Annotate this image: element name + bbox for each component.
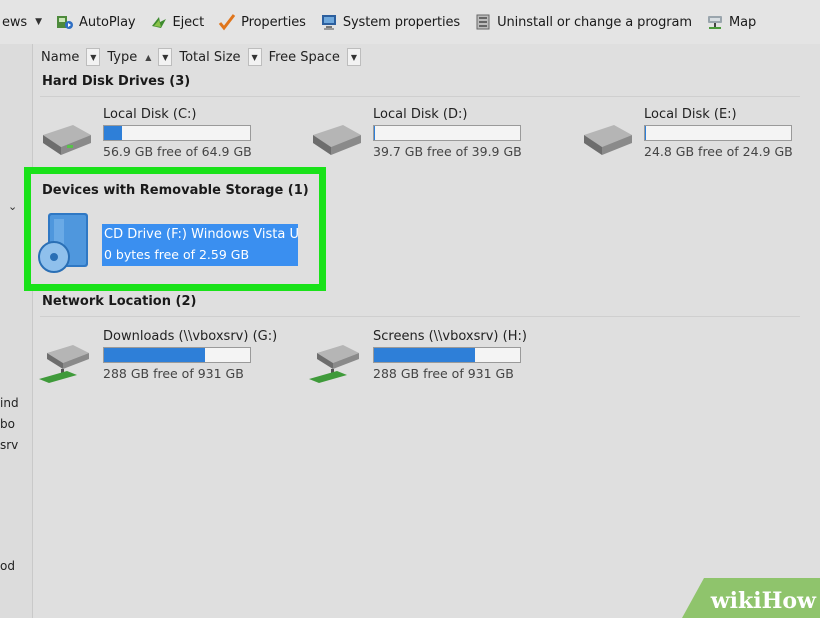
column-type-dropdown[interactable]: ▼ — [158, 48, 173, 66]
drive-usage-bar — [103, 347, 251, 363]
explorer-window: ews ▼ AutoPlay Eject Properties System p… — [0, 0, 820, 618]
column-total-size-dropdown[interactable]: ▼ — [247, 48, 262, 66]
column-name-dropdown[interactable]: ▼ — [86, 48, 101, 66]
computer-icon — [320, 13, 338, 31]
drive-usage-fill — [104, 126, 122, 140]
drive-name: CD Drive (F:) Windows Vista U — [104, 227, 299, 242]
chevron-down-icon: ▼ — [162, 52, 169, 62]
drive-usage-fill — [645, 126, 647, 140]
drive-free-space: 288 GB free of 931 GB — [373, 366, 514, 381]
column-free-space[interactable]: Free Space — [264, 47, 345, 67]
checkmark-icon — [218, 13, 236, 31]
column-name-label: Name — [41, 49, 80, 65]
drive-usage-bar — [373, 125, 521, 141]
cd-drive-icon[interactable] — [36, 211, 96, 275]
drive-name: Downloads (\\vboxsrv) (G:) — [103, 329, 278, 344]
group-divider — [40, 96, 800, 97]
column-name[interactable]: Name — [36, 47, 84, 67]
pane-divider[interactable] — [32, 44, 33, 618]
group-header-network[interactable]: Network Location (2) — [42, 294, 196, 309]
drive-usage-bar — [644, 125, 792, 141]
chevron-down-icon: ▼ — [251, 52, 258, 62]
chevron-down-icon: ▼ — [90, 52, 97, 62]
drive-item-e[interactable]: Local Disk (E:) 24.8 GB free of 24.9 GB — [578, 107, 820, 163]
navigation-pane: ⌄ ind bo srv od — [0, 44, 33, 618]
drive-name: Local Disk (D:) — [373, 107, 468, 122]
drive-usage-fill — [374, 126, 376, 140]
network-drive-icon — [307, 339, 365, 383]
column-total-size[interactable]: Total Size — [174, 47, 245, 67]
drive-name: Local Disk (E:) — [644, 107, 737, 122]
chevron-down-icon[interactable]: ⌄ — [8, 200, 17, 213]
drive-item-h[interactable]: Screens (\\vboxsrv) (H:) 288 GB free of … — [307, 329, 567, 385]
drive-name: Screens (\\vboxsrv) (H:) — [373, 329, 527, 344]
watermark-wiki: wiki — [710, 588, 762, 614]
hard-disk-icon — [578, 117, 636, 157]
drive-usage-bar — [373, 347, 521, 363]
properties-label: Properties — [241, 14, 306, 30]
eject-label: Eject — [172, 14, 205, 30]
watermark-how: How — [761, 588, 816, 614]
network-drive-icon — [706, 13, 724, 31]
command-bar: ews ▼ AutoPlay Eject Properties System p… — [0, 0, 820, 44]
sort-ascending-icon: ▲ — [145, 52, 152, 62]
cd-drive-item[interactable]: CD Drive (F:) Windows Vista U 0 bytes fr… — [102, 224, 299, 266]
map-network-drive-button[interactable]: Map — [699, 7, 763, 37]
drive-usage-fill — [374, 348, 475, 362]
drive-name: Local Disk (C:) — [103, 107, 197, 122]
drive-usage-fill — [104, 348, 205, 362]
drive-item-d[interactable]: Local Disk (D:) 39.7 GB free of 39.9 GB — [307, 107, 567, 163]
eject-button[interactable]: Eject — [143, 7, 212, 37]
autoplay-button[interactable]: AutoPlay — [49, 7, 143, 37]
column-headers: Name ▼ Type ▲ ▼ Total Size ▼ Free Space ▼ — [36, 46, 363, 68]
hard-disk-icon — [307, 117, 365, 157]
chevron-down-icon[interactable]: ▼ — [35, 17, 42, 27]
nav-item-fragment[interactable]: ind — [0, 396, 19, 410]
drive-item-g[interactable]: Downloads (\\vboxsrv) (G:) 288 GB free o… — [37, 329, 297, 385]
autoplay-icon — [56, 13, 74, 31]
uninstall-button[interactable]: Uninstall or change a program — [467, 7, 699, 37]
nav-item-fragment[interactable]: bo — [0, 417, 15, 431]
drive-free-space: 0 bytes free of 2.59 GB — [104, 247, 250, 262]
eject-icon — [150, 13, 168, 31]
group-header-removable[interactable]: Devices with Removable Storage (1) — [42, 183, 309, 198]
drive-item-c[interactable]: Local Disk (C:) 56.9 GB free of 64.9 GB — [37, 107, 297, 163]
views-label: ews — [2, 14, 28, 30]
uninstall-label: Uninstall or change a program — [497, 14, 692, 30]
drive-free-space: 24.8 GB free of 24.9 GB — [644, 144, 793, 159]
nav-item-fragment[interactable]: od — [0, 559, 15, 573]
hard-disk-icon — [37, 117, 95, 157]
drive-free-space: 39.7 GB free of 39.9 GB — [373, 144, 522, 159]
system-properties-button[interactable]: System properties — [313, 7, 467, 37]
nav-item-fragment[interactable]: srv — [0, 438, 18, 452]
map-label: Map — [728, 14, 757, 30]
drive-usage-bar — [103, 125, 251, 141]
column-free-space-dropdown[interactable]: ▼ — [346, 48, 361, 66]
drive-free-space: 288 GB free of 931 GB — [103, 366, 244, 381]
properties-button[interactable]: Properties — [211, 7, 313, 37]
group-header-hard-disks[interactable]: Hard Disk Drives (3) — [42, 74, 190, 89]
group-divider — [40, 316, 800, 317]
column-free-space-label: Free Space — [268, 49, 340, 65]
wikihow-watermark: wikiHow — [660, 578, 820, 618]
column-total-size-label: Total Size — [179, 49, 241, 65]
system-properties-label: System properties — [342, 14, 461, 30]
autoplay-label: AutoPlay — [79, 14, 136, 30]
programs-icon — [474, 13, 492, 31]
chevron-down-icon: ▼ — [350, 52, 357, 62]
column-type[interactable]: Type ▲ — [102, 47, 156, 67]
drive-free-space: 56.9 GB free of 64.9 GB — [103, 144, 252, 159]
views-button[interactable]: ews ▼ — [0, 7, 49, 37]
network-drive-icon — [37, 339, 95, 383]
column-type-label: Type — [107, 49, 138, 65]
